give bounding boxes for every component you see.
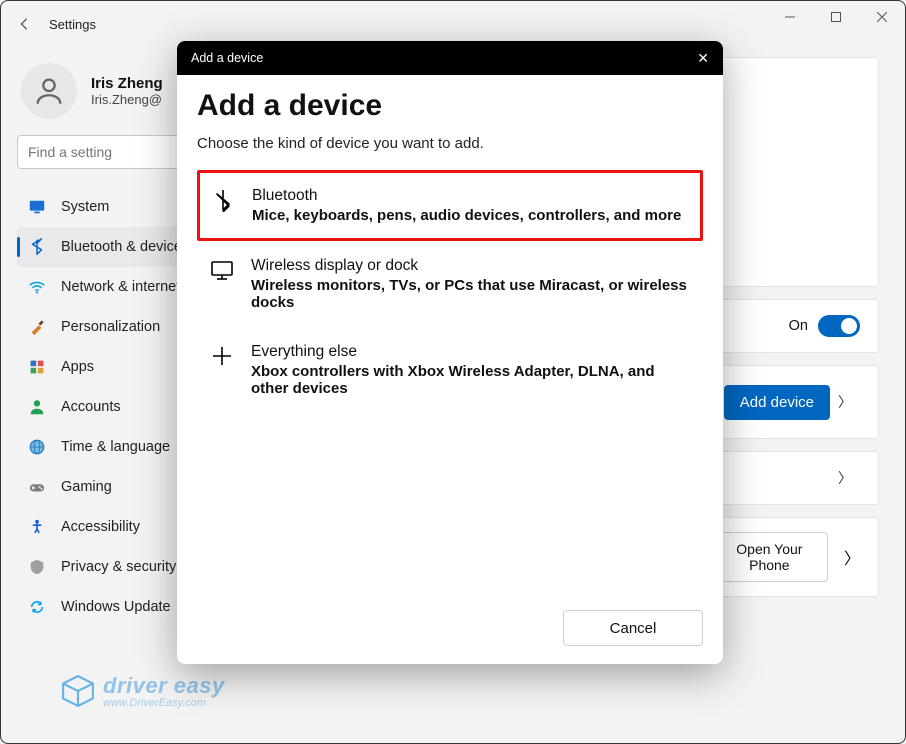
dialog-option-bluetooth[interactable]: Bluetooth Mice, keyboards, pens, audio de… (197, 170, 703, 241)
add-device-dialog: Add a device ✕ Add a device Choose the k… (177, 41, 723, 664)
sidebar-item-label: Privacy & security (61, 559, 176, 575)
person-icon (27, 397, 47, 417)
chevron-right-icon: 〉 (830, 468, 860, 488)
grid-icon (27, 357, 47, 377)
dialog-close-button[interactable]: ✕ (697, 50, 709, 67)
dialog-titlebar: Add a device ✕ (177, 41, 723, 75)
sidebar-item-label: Windows Update (61, 599, 171, 615)
plus-icon (209, 343, 235, 369)
option-title: Everything else (251, 343, 691, 361)
maximize-button[interactable] (813, 1, 859, 33)
sidebar-item-label: Accessibility (61, 519, 140, 535)
globe-icon (27, 437, 47, 457)
sidebar-item-label: Network & internet (61, 279, 180, 295)
monitor-icon (27, 197, 47, 217)
dialog-heading: Add a device (197, 89, 703, 123)
cancel-button[interactable]: Cancel (563, 610, 703, 646)
dialog-footer: Cancel (177, 598, 723, 664)
settings-window: Settings Iris Zheng Iris.Zheng@ System Bl… (0, 0, 906, 744)
toggle-state-label: On (789, 318, 808, 334)
option-title: Bluetooth (252, 187, 681, 205)
open-your-phone-button[interactable]: Open Your Phone (711, 532, 828, 582)
sidebar-item-label: Personalization (61, 319, 160, 335)
sidebar-item-label: Accounts (61, 399, 121, 415)
chevron-right-icon[interactable]: 〉 (830, 392, 860, 412)
back-button[interactable] (11, 10, 39, 38)
dialog-body: Add a device Choose the kind of device y… (177, 75, 723, 598)
avatar (21, 63, 77, 119)
minimize-button[interactable] (767, 1, 813, 33)
option-description: Wireless monitors, TVs, or PCs that use … (251, 277, 691, 311)
bluetooth-icon (27, 237, 47, 257)
dialog-options: Bluetooth Mice, keyboards, pens, audio de… (197, 170, 703, 413)
sidebar-item-label: System (61, 199, 109, 215)
access-icon (27, 517, 47, 537)
add-device-button[interactable]: Add device (724, 385, 830, 420)
game-icon (27, 477, 47, 497)
user-email: Iris.Zheng@ (91, 92, 163, 107)
update-icon (27, 597, 47, 617)
shield-icon (27, 557, 47, 577)
window-controls (767, 1, 905, 33)
bluetooth-icon (210, 187, 236, 213)
wifi-icon (27, 277, 47, 297)
option-description: Mice, keyboards, pens, audio devices, co… (252, 207, 681, 224)
dialog-subheading: Choose the kind of device you want to ad… (197, 135, 703, 152)
bluetooth-toggle[interactable] (818, 315, 860, 337)
chevron-right-icon[interactable]: 〉 (844, 545, 860, 569)
dialog-option-wireless-display-or-dock[interactable]: Wireless display or dock Wireless monitor… (197, 241, 703, 327)
option-title: Wireless display or dock (251, 257, 691, 275)
user-name: Iris Zheng (91, 75, 163, 92)
brush-icon (27, 317, 47, 337)
close-window-button[interactable] (859, 1, 905, 33)
option-description: Xbox controllers with Xbox Wireless Adap… (251, 363, 691, 397)
display-icon (209, 257, 235, 283)
sidebar-item-label: Apps (61, 359, 94, 375)
sidebar-item-label: Time & language (61, 439, 170, 455)
dialog-titlebar-text: Add a device (191, 51, 263, 65)
sidebar-item-label: Gaming (61, 479, 112, 495)
sidebar-item-label: Bluetooth & devices (61, 239, 189, 255)
window-title: Settings (49, 17, 96, 32)
dialog-option-everything-else[interactable]: Everything else Xbox controllers with Xbo… (197, 327, 703, 413)
user-info: Iris Zheng Iris.Zheng@ (91, 75, 163, 107)
